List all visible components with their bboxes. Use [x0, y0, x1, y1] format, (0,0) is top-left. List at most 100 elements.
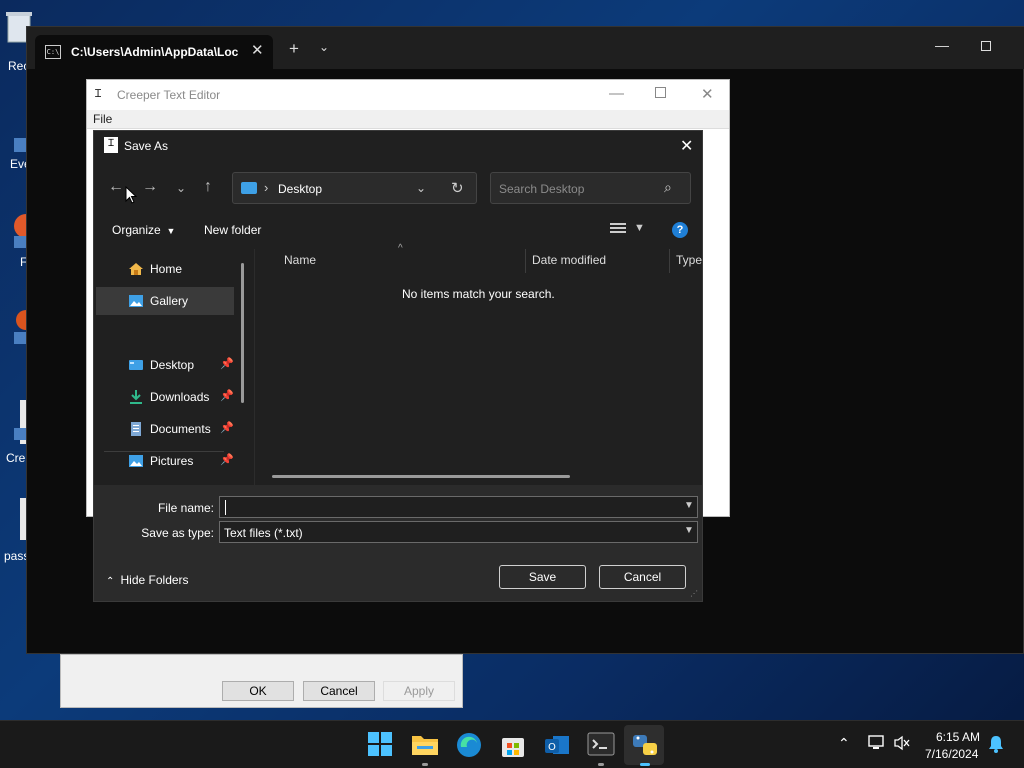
column-date-modified[interactable]: Date modified — [532, 253, 606, 267]
chevron-down-icon[interactable]: ⌄ — [319, 40, 329, 54]
search-icon: ⌕ — [664, 179, 672, 195]
pin-icon[interactable]: 📌 — [220, 389, 234, 402]
clock-date[interactable]: 7/16/2024 — [925, 747, 978, 761]
apply-button[interactable]: Apply — [383, 681, 455, 701]
recent-locations-chevron-icon[interactable]: ⌄ — [176, 181, 186, 195]
save-as-dialog[interactable]: Ɪ Save As ✕ ← → ⌄ ↑ › Desktop ⌄ ↻ Search… — [93, 130, 703, 602]
home-icon — [128, 262, 144, 276]
maximize-icon[interactable] — [655, 87, 666, 98]
documents-icon — [128, 422, 144, 436]
editor-titlebar[interactable]: Ɪ Creeper Text Editor — ✕ — [87, 80, 729, 110]
terminal-tab-title: C:\Users\Admin\AppData\Loc — [71, 45, 239, 59]
close-icon[interactable]: ✕ — [701, 85, 714, 103]
back-arrow-icon[interactable]: ← — [108, 178, 124, 196]
navigation-scrollbar[interactable] — [241, 263, 244, 403]
save-as-type-select[interactable]: Text files (*.txt) ▼ — [219, 521, 698, 543]
network-icon[interactable] — [868, 735, 886, 754]
maximize-icon[interactable] — [981, 41, 991, 51]
minimize-icon[interactable]: — — [935, 37, 949, 53]
new-tab-icon[interactable]: + — [289, 39, 299, 59]
start-icon[interactable] — [367, 731, 395, 759]
python-icon[interactable] — [631, 731, 659, 759]
hide-folders-button[interactable]: ⌃ Hide Folders — [106, 573, 189, 587]
download-icon — [128, 390, 144, 404]
file-name-combobox[interactable]: ▼ — [219, 496, 698, 518]
search-box[interactable]: Search Desktop ⌕ — [490, 172, 691, 204]
nav-item-documents[interactable]: Documents 📌 — [96, 415, 234, 443]
search-input[interactable]: Search Desktop — [499, 182, 584, 196]
file-explorer-icon[interactable] — [411, 731, 439, 759]
nav-item-label: Home — [150, 262, 183, 276]
cancel-button[interactable]: Cancel — [599, 565, 686, 589]
column-separator[interactable] — [669, 249, 670, 273]
file-icon — [0, 400, 28, 444]
chevron-up-icon[interactable]: ⌃ — [838, 735, 850, 752]
save-as-type-value: Text files (*.txt) — [224, 526, 303, 540]
nav-item-home[interactable]: Home — [96, 255, 234, 283]
pin-icon[interactable]: 📌 — [220, 421, 234, 434]
nav-item-pictures[interactable]: Pictures 📌 — [96, 447, 234, 475]
clock-time[interactable]: 6:15 AM — [936, 730, 980, 744]
pane-separator[interactable] — [254, 249, 255, 485]
file-name-label: File name: — [157, 501, 214, 515]
organize-label: Organize — [112, 223, 161, 237]
address-bar[interactable]: › Desktop ⌄ ↻ — [232, 172, 477, 204]
save-options-panel: File name: ▼ Save as type: Text files (*… — [94, 485, 702, 601]
outlook-icon[interactable]: O — [543, 731, 571, 759]
column-type[interactable]: Type — [676, 253, 702, 267]
dialog-title: Save As — [124, 139, 169, 153]
navigation-pane[interactable]: Home Gallery Desktop 📌 Downloads 📌 Docum… — [94, 249, 254, 484]
desktop-icon — [128, 358, 144, 372]
save-button[interactable]: Save — [499, 565, 586, 589]
minimize-icon[interactable]: — — [609, 85, 624, 102]
column-name[interactable]: Name — [284, 253, 316, 267]
nav-item-gallery[interactable]: Gallery — [96, 287, 234, 315]
forward-arrow-icon[interactable]: → — [142, 178, 158, 196]
file-list-horizontal-scrollbar[interactable] — [272, 475, 570, 478]
file-icon — [0, 498, 28, 540]
help-icon[interactable]: ? — [672, 222, 688, 238]
cancel-button[interactable]: Cancel — [303, 681, 375, 701]
edge-icon[interactable] — [455, 731, 483, 759]
notification-bell-icon[interactable] — [988, 735, 1004, 756]
text-caret — [225, 500, 226, 515]
nav-item-desktop[interactable]: Desktop 📌 — [96, 351, 234, 379]
resize-grip-icon[interactable]: ⋰ — [690, 589, 698, 598]
refresh-icon[interactable]: ↻ — [451, 179, 464, 197]
new-folder-button[interactable]: New folder — [204, 223, 261, 237]
pin-icon[interactable]: 📌 — [220, 453, 234, 466]
desktop-folder-icon — [241, 182, 257, 194]
volume-muted-icon[interactable] — [893, 735, 911, 754]
sort-ascending-icon: ^ — [398, 243, 403, 254]
terminal-titlebar[interactable]: C:\ C:\Users\Admin\AppData\Loc ✕ + ⌄ — — [27, 27, 1024, 69]
terminal-tab-icon: C:\ — [45, 45, 61, 59]
column-separator[interactable] — [525, 249, 526, 273]
file-list-header: ^ Name Date modified Type — [254, 243, 704, 273]
chevron-down-icon[interactable]: ▼ — [684, 500, 694, 511]
nav-item-downloads[interactable]: Downloads 📌 — [96, 383, 234, 411]
chevron-down-icon[interactable]: ▼ — [634, 222, 645, 234]
ok-button[interactable]: OK — [222, 681, 294, 701]
terminal-icon[interactable] — [587, 731, 615, 759]
terminal-tab[interactable]: C:\ C:\Users\Admin\AppData\Loc ✕ — [35, 35, 273, 69]
nav-item-label: Gallery — [150, 294, 189, 308]
view-details-icon[interactable] — [610, 223, 626, 237]
store-icon[interactable] — [499, 731, 527, 759]
background-dialog: OK Cancel Apply — [60, 654, 463, 708]
close-icon[interactable]: ✕ — [680, 136, 693, 156]
chevron-down-icon: ▼ — [164, 226, 176, 236]
up-arrow-icon[interactable]: ↑ — [204, 178, 212, 196]
editor-app-icon: Ɪ — [95, 87, 102, 100]
app-icon: Ɪ — [104, 137, 118, 153]
close-icon[interactable]: ✕ — [251, 41, 264, 59]
running-indicator — [598, 763, 604, 766]
chevron-down-icon[interactable]: ▼ — [684, 525, 694, 536]
save-as-titlebar[interactable]: Ɪ Save As ✕ — [94, 131, 702, 161]
organize-button[interactable]: Organize ▼ — [112, 223, 175, 237]
pin-icon[interactable]: 📌 — [220, 357, 234, 370]
nav-item-label: Pictures — [150, 454, 194, 468]
app-icon — [0, 306, 36, 346]
recycle-bin-icon — [0, 8, 32, 48]
menu-file[interactable]: File — [93, 112, 112, 126]
chevron-down-icon[interactable]: ⌄ — [416, 181, 426, 195]
